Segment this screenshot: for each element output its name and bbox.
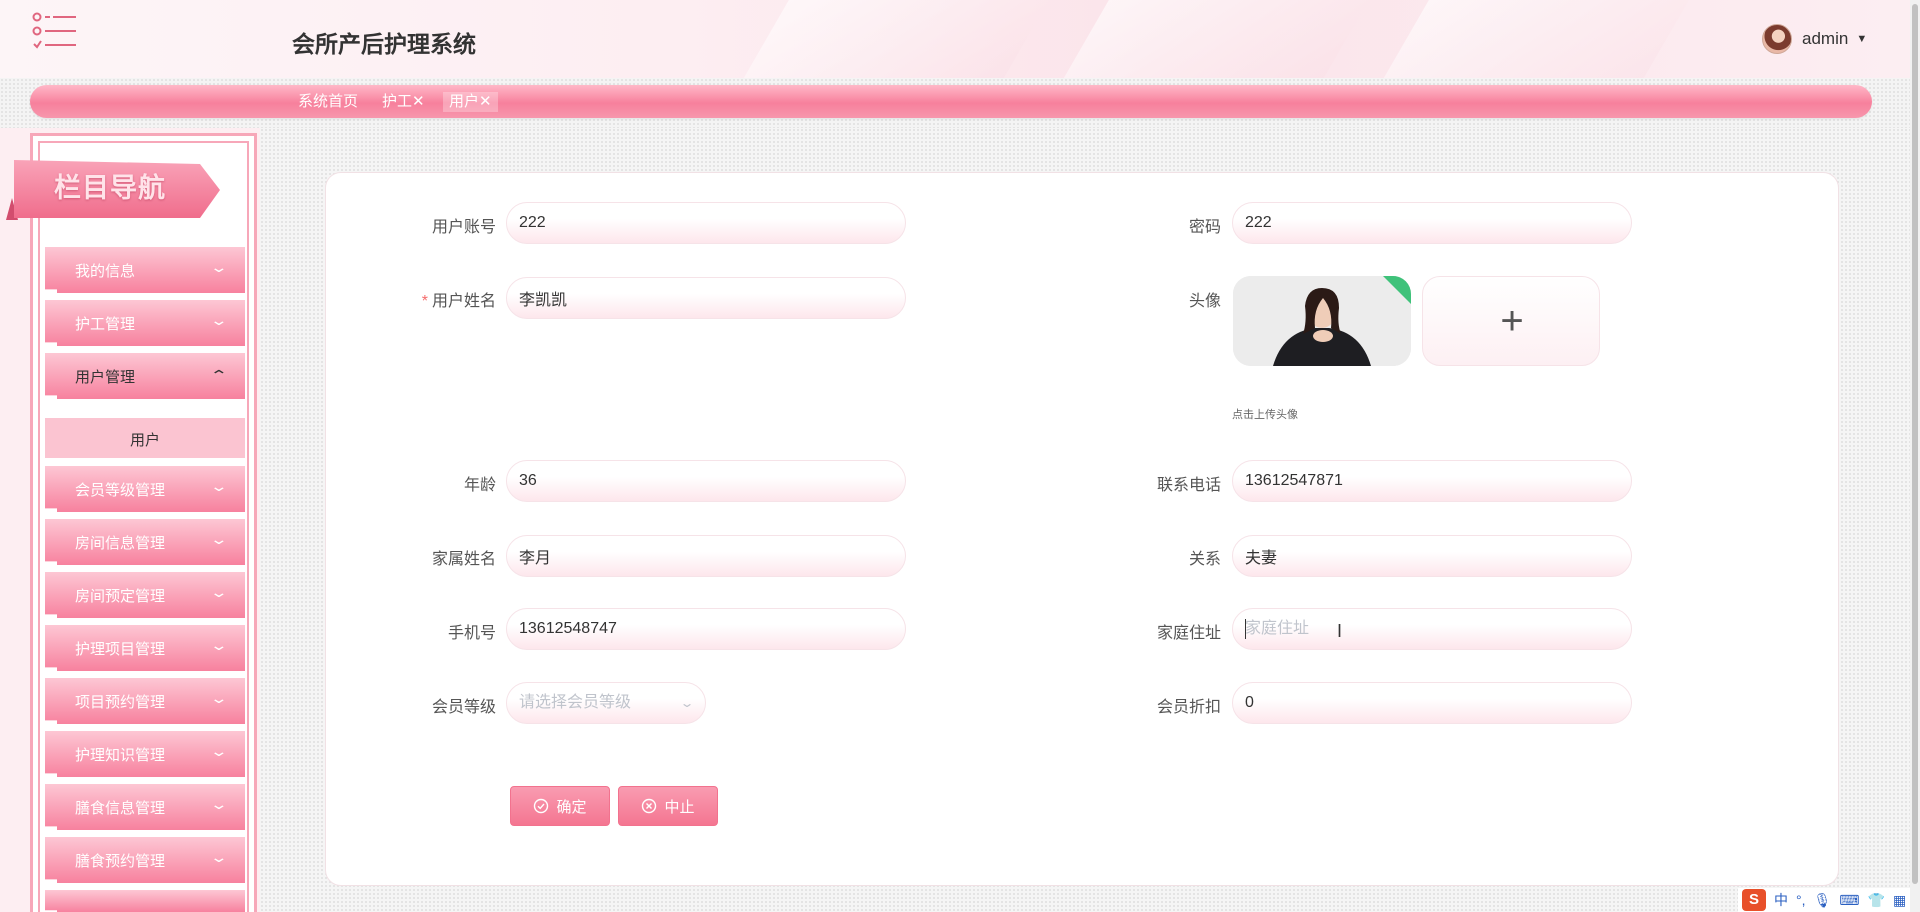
ime-logo-icon: S: [1742, 889, 1766, 911]
confirm-button[interactable]: 确定: [510, 786, 610, 826]
member-level-select[interactable]: [506, 682, 706, 724]
age-label: 年龄: [463, 477, 496, 494]
chevron-down-icon: ⌄: [679, 696, 695, 710]
header-decoration: [708, 0, 1072, 78]
required-mark: *: [421, 293, 428, 310]
sidebar-item-label: 护工管理: [75, 316, 136, 333]
avatar-label: 头像: [1188, 293, 1221, 310]
text-caret: [1245, 619, 1246, 639]
sidebar-item-meal-booking[interactable]: 膳食预约管理 ⌄: [45, 837, 245, 883]
user-avatar: [1762, 24, 1792, 54]
mouse-ibeam-cursor-icon: I: [1337, 621, 1343, 641]
chevron-up-icon: ⌃: [209, 367, 229, 383]
name-label: * 用户姓名: [376, 287, 496, 311]
sidebar-item-room-booking[interactable]: 房间预定管理 ⌄: [45, 572, 245, 618]
account-label: 用户账号: [431, 219, 496, 236]
password-input[interactable]: [1232, 202, 1632, 244]
sidebar-item-my-info[interactable]: 我的信息 ⌄: [45, 247, 245, 293]
sidebar-item-care-project[interactable]: 护理项目管理 ⌄: [45, 625, 245, 671]
sidebar-item-label: 膳食预约管理: [75, 853, 166, 870]
tab-bar: 系统首页 护工✕ 用户✕: [30, 85, 1872, 118]
sidebar-item-member-level[interactable]: 会员等级管理 ⌄: [45, 466, 245, 512]
mobile-input[interactable]: [506, 608, 906, 650]
address-label: 家庭住址: [1156, 625, 1221, 642]
phone-input[interactable]: [1232, 460, 1632, 502]
ime-language[interactable]: 中: [1774, 890, 1788, 910]
confirm-button-label: 确定: [556, 798, 587, 816]
sidebar-item-label: 房间预定管理: [75, 588, 166, 605]
sidebar-item-room-info[interactable]: 房间信息管理 ⌄: [45, 519, 245, 565]
sidebar-item-label: 项目预约管理: [75, 694, 166, 711]
plus-icon: +: [1500, 299, 1524, 343]
chevron-down-icon: ⌄: [209, 849, 229, 865]
discount-input[interactable]: [1232, 682, 1632, 724]
relation-input[interactable]: [1232, 535, 1632, 577]
sidebar-item-nurse-mgmt[interactable]: 护工管理 ⌄: [45, 300, 245, 346]
relation-label: 关系: [1188, 551, 1221, 568]
cancel-button-label: 中止: [664, 798, 695, 816]
chevron-down-icon: ⌄: [209, 690, 229, 706]
avatar-upload-button[interactable]: +: [1422, 276, 1600, 366]
skin-icon[interactable]: 👕: [1868, 892, 1885, 909]
sidebar-item-label: 膳食信息管理: [75, 800, 166, 817]
header-decoration: [1348, 0, 1712, 78]
account-input[interactable]: [506, 202, 906, 244]
check-circle-icon: [534, 798, 549, 814]
user-menu[interactable]: admin ▼: [1762, 24, 1867, 54]
scrollbar-thumb[interactable]: [1912, 4, 1918, 884]
tab-nurse[interactable]: 护工✕: [382, 92, 425, 112]
tab-home[interactable]: 系统首页: [298, 92, 358, 112]
name-label-text: 用户姓名: [431, 293, 496, 310]
chevron-down-icon: ⌄: [209, 312, 229, 328]
keyboard-icon[interactable]: ⌨: [1839, 892, 1859, 909]
mobile-label: 手机号: [447, 625, 496, 642]
name-input[interactable]: [506, 277, 906, 319]
toolbox-icon[interactable]: ▦: [1893, 892, 1906, 909]
sidebar-item-label: 用户管理: [75, 369, 136, 386]
sidebar-item-meal-info[interactable]: 膳食信息管理 ⌄: [45, 784, 245, 830]
discount-label: 会员折扣: [1156, 699, 1221, 716]
chevron-down-icon: ⌄: [209, 478, 229, 494]
age-input[interactable]: [506, 460, 906, 502]
chevron-down-icon: ⌄: [209, 584, 229, 600]
avatar-upload-hint: 点击上传头像: [1232, 409, 1298, 421]
cancel-button[interactable]: 中止: [618, 786, 718, 826]
chevron-down-icon: ⌄: [209, 531, 229, 547]
sidebar-item-label: 我的信息: [75, 263, 136, 280]
punctuation-icon[interactable]: °,: [1796, 892, 1806, 908]
sidebar-subitem-label: 用户: [129, 432, 160, 449]
member-level-label: 会员等级: [431, 699, 496, 716]
sidebar-item-care-knowledge[interactable]: 护理知识管理 ⌄: [45, 731, 245, 777]
family-name-label: 家属姓名: [431, 551, 496, 568]
chevron-down-icon: ⌄: [209, 743, 229, 759]
sidebar-item-label: 房间信息管理: [75, 535, 166, 552]
sidebar-heading: 栏目导航: [54, 173, 166, 203]
sidebar-item-label: 护理项目管理: [75, 641, 166, 658]
sidebar-item-project-booking[interactable]: 项目预约管理 ⌄: [45, 678, 245, 724]
caret-down-icon: ▼: [1856, 33, 1868, 45]
chevron-down-icon: ⌄: [209, 796, 229, 812]
chevron-down-icon: ⌄: [209, 637, 229, 653]
avatar-photo[interactable]: [1233, 276, 1411, 366]
sidebar-item-label: 会员等级管理: [75, 482, 166, 499]
close-circle-icon: [642, 798, 657, 814]
sidebar-subitem-user[interactable]: 用户: [45, 418, 245, 458]
user-name: admin: [1802, 29, 1849, 48]
sidebar-item-more[interactable]: [45, 890, 245, 912]
chevron-down-icon: ⌄: [209, 259, 229, 275]
ime-toolbar[interactable]: S 中 °, 🎙 ⌨ 👕 ▦: [1738, 888, 1911, 912]
password-label: 密码: [1188, 219, 1221, 236]
top-header: 会所产后护理系统 admin ▼: [0, 0, 1920, 78]
sidebar-item-label: 护理知识管理: [75, 747, 166, 764]
tab-user[interactable]: 用户✕: [443, 92, 498, 112]
portrait-image: [1233, 276, 1411, 366]
family-name-input[interactable]: [506, 535, 906, 577]
microphone-icon[interactable]: 🎙: [1814, 892, 1832, 909]
sidebar-item-user-mgmt[interactable]: 用户管理 ⌃: [45, 353, 245, 399]
address-input[interactable]: [1232, 608, 1632, 650]
menu-toggle-icon[interactable]: [32, 12, 78, 52]
phone-label: 联系电话: [1156, 477, 1221, 494]
header-decoration: [1028, 0, 1392, 78]
app-title: 会所产后护理系统: [292, 31, 476, 57]
